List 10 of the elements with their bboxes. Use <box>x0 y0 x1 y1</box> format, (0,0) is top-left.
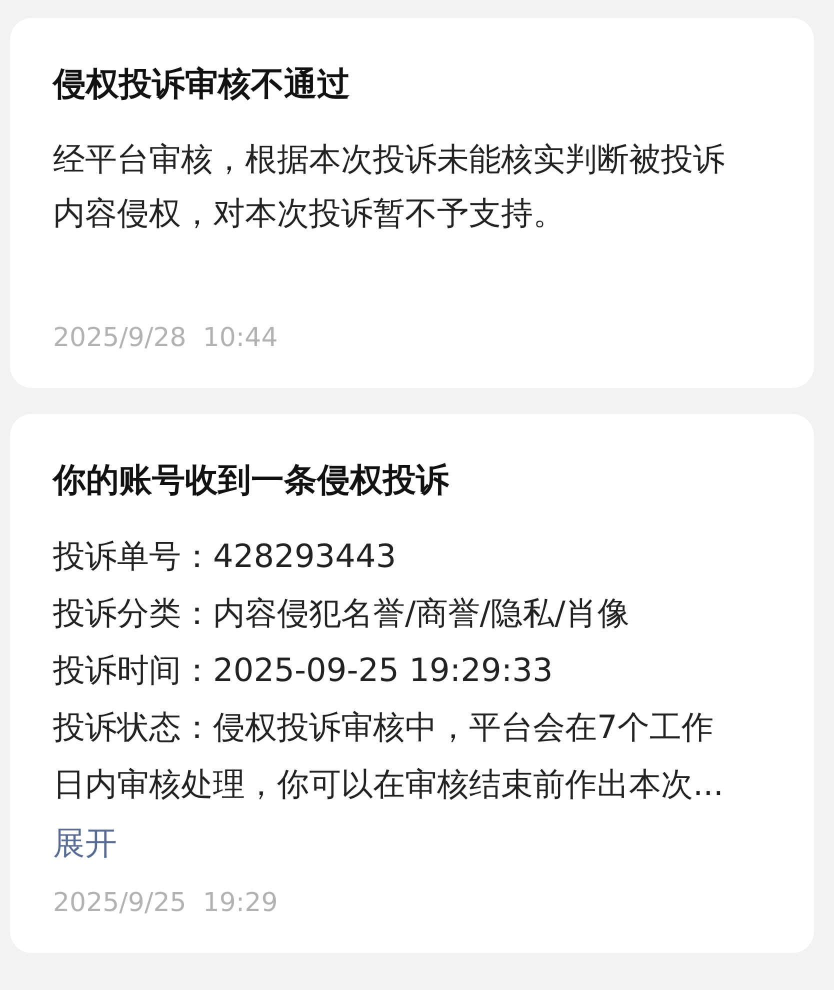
notification-body: 经平台审核，根据本次投诉未能核实判断被投诉内容侵权，对本次投诉暂不予支持。 <box>53 139 726 234</box>
field-row-text: 投诉时间：2025-09-25 19:29:33 <box>53 650 554 691</box>
notification-title: 你的账号收到一条侵权投诉 <box>53 460 450 500</box>
notification-title: 侵权投诉审核不通过 <box>53 64 351 104</box>
notification-time: 2025/9/25 19:29 <box>53 887 279 920</box>
expand-link[interactable]: 展开 <box>53 813 117 873</box>
notification-time: 2025/9/28 10:44 <box>53 322 279 355</box>
field-row-text: 投诉单号：428293443 <box>53 536 398 577</box>
field-row-text: 投诉分类：内容侵犯名誉/商誉/隐私/肖像 <box>53 593 630 634</box>
field-row-text: 投诉状态：侵权投诉审核中，平台会在7个工作日内审核处理，你可以在审核结束前作出本次... <box>53 707 725 805</box>
